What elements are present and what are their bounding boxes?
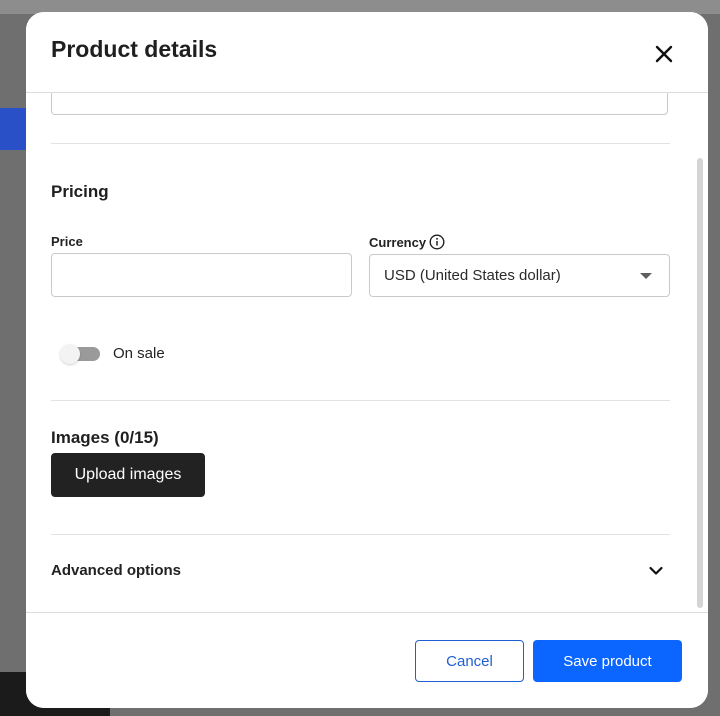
close-button[interactable] — [650, 40, 678, 68]
on-sale-toggle[interactable] — [60, 344, 102, 364]
divider-pricing — [51, 143, 670, 144]
top-text-field[interactable] — [51, 93, 668, 115]
price-input[interactable] — [51, 253, 352, 297]
product-details-modal: Product details Pricing Price Currency U… — [26, 12, 708, 708]
toggle-knob — [60, 344, 80, 364]
currency-select[interactable]: USD (United States dollar) — [369, 254, 670, 297]
scrollbar[interactable] — [696, 158, 704, 608]
currency-selected-value: USD (United States dollar) — [384, 267, 561, 284]
pricing-heading: Pricing — [51, 182, 109, 201]
scrollbar-thumb[interactable] — [697, 158, 703, 608]
close-icon — [655, 45, 673, 63]
upload-images-button[interactable]: Upload images — [51, 453, 205, 497]
modal-footer: Cancel Save product — [26, 612, 708, 708]
on-sale-label: On sale — [113, 345, 165, 362]
caret-down-icon — [640, 273, 652, 279]
cancel-button[interactable]: Cancel — [415, 640, 524, 682]
info-icon[interactable] — [429, 234, 445, 250]
modal-header: Product details — [26, 12, 708, 93]
images-heading: Images (0/15) — [51, 428, 159, 447]
price-label: Price — [51, 234, 83, 249]
advanced-options-label: Advanced options — [51, 562, 182, 579]
divider-images — [51, 400, 670, 401]
divider-advanced — [51, 534, 670, 535]
modal-title: Product details — [51, 36, 218, 62]
chevron-down-icon — [649, 566, 663, 575]
backdrop-blue-area — [0, 108, 26, 150]
advanced-options-toggle[interactable]: Advanced options — [51, 551, 670, 591]
currency-label: Currency — [369, 235, 427, 250]
modal-body[interactable]: Pricing Price Currency USD (United State… — [26, 93, 708, 612]
save-product-button[interactable]: Save product — [533, 640, 682, 682]
